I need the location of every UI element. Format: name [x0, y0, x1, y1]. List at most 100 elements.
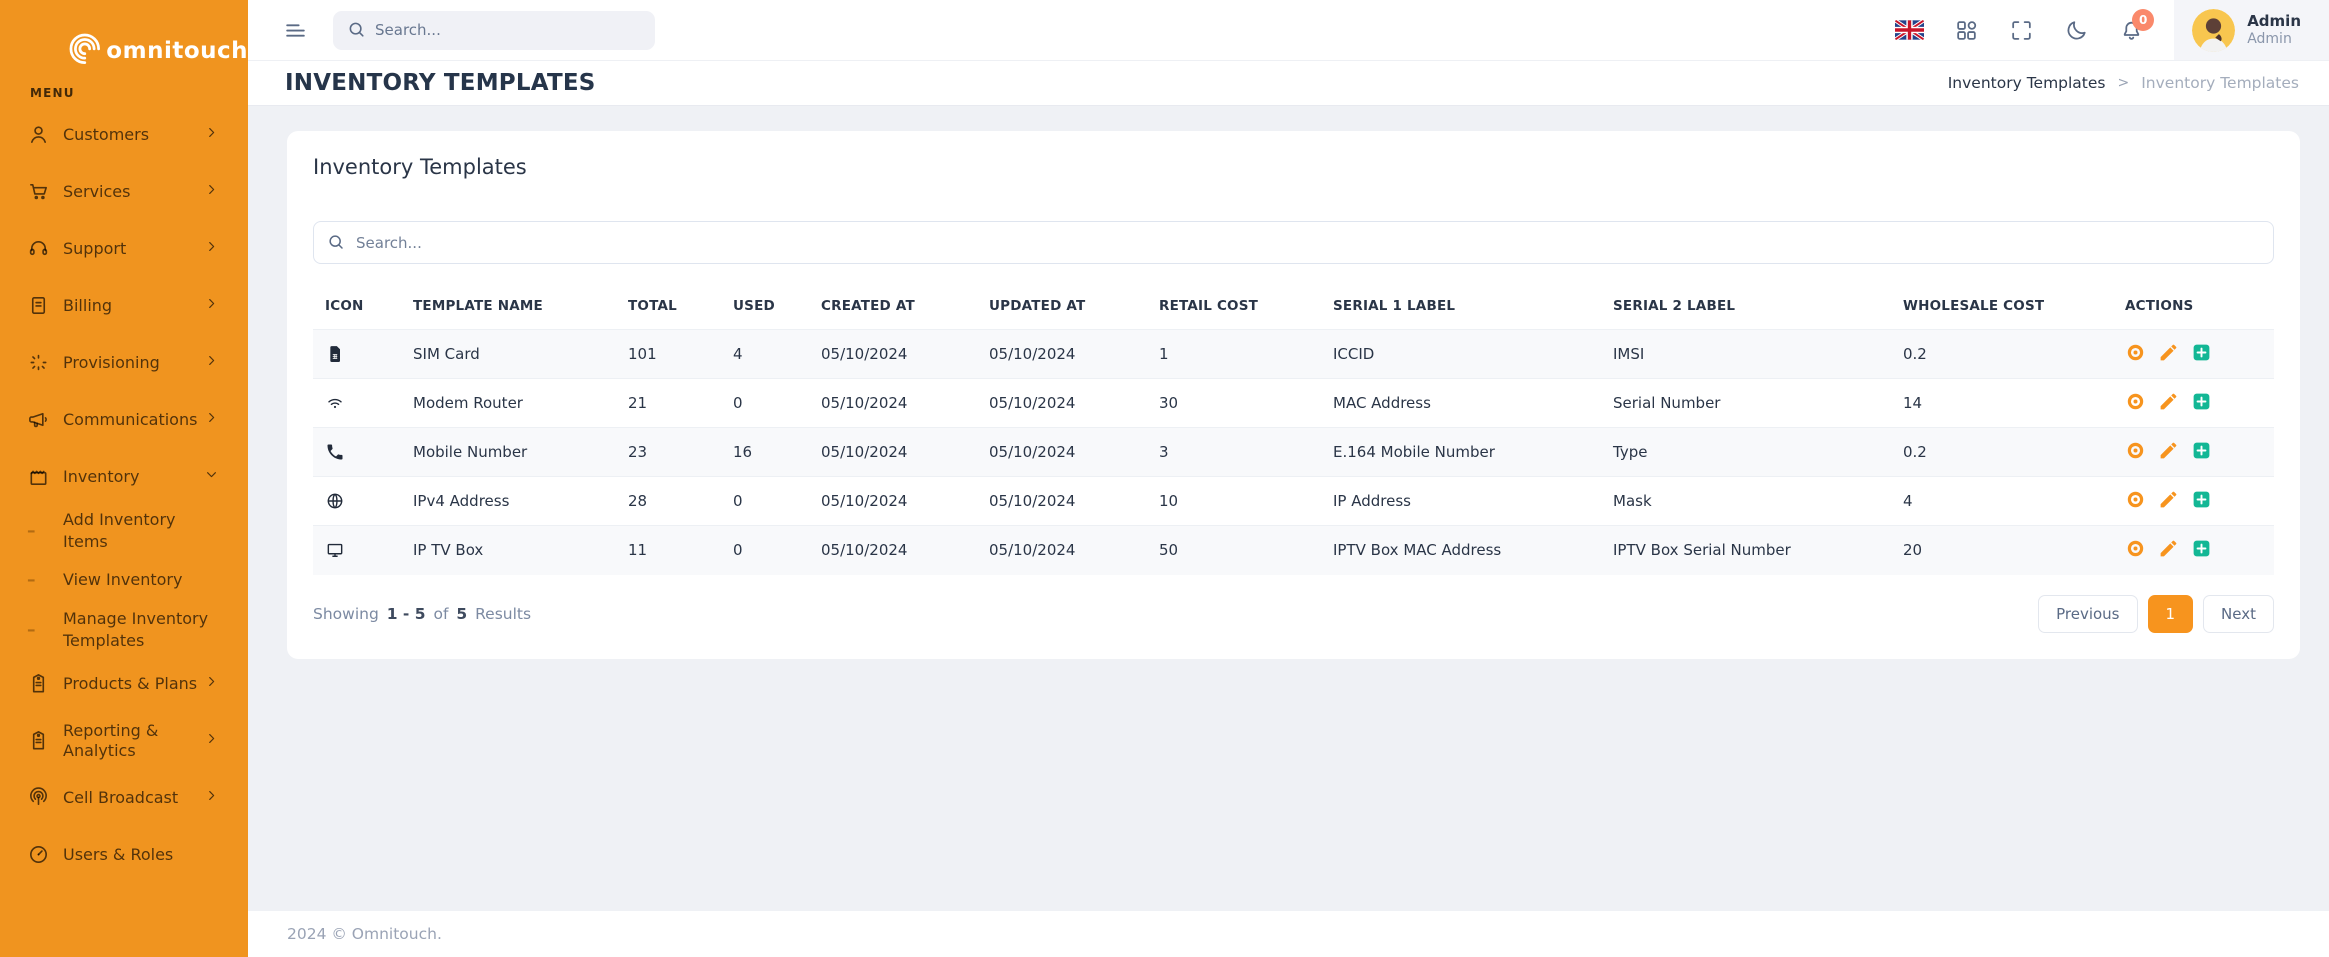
cell-retail-cost: 30: [1149, 379, 1323, 428]
view-icon: [2125, 391, 2146, 415]
copyright-text: 2024 © Omnitouch.: [287, 925, 442, 943]
results-suffix: Results: [475, 605, 531, 623]
cell-used: 0: [723, 477, 811, 526]
sidebar-item-products-plans[interactable]: Products & Plans: [0, 655, 248, 712]
table-row: Mobile Number231605/10/202405/10/20243E.…: [313, 428, 2274, 477]
sidebar-item-billing[interactable]: Billing: [0, 277, 248, 334]
main-area: 0 Admin Admin INVENTORY TEMPLATES: [248, 0, 2329, 957]
chevron-right-icon: [203, 730, 220, 751]
sidebar-item-label: Products & Plans: [50, 674, 203, 694]
view-button[interactable]: [2125, 442, 2146, 463]
user-name: Admin: [2247, 12, 2301, 32]
sidebar-item-support[interactable]: Support: [0, 220, 248, 277]
edit-button[interactable]: [2158, 442, 2179, 463]
sidebar-item-services[interactable]: Services: [0, 163, 248, 220]
user-role: Admin: [2247, 31, 2301, 48]
sidebar-item-label: Users & Roles: [50, 845, 220, 865]
cell-serial2-label: IPTV Box Serial Number: [1603, 526, 1893, 575]
logo-text: omnitouch: [106, 40, 248, 72]
previous-page-button[interactable]: Previous: [2038, 595, 2137, 633]
cell-wholesale-cost: 0.2: [1893, 330, 2115, 379]
sidebar-item-customers[interactable]: Customers: [0, 106, 248, 163]
cell-serial2-label: Serial Number: [1603, 379, 1893, 428]
cell-serial2-label: Mask: [1603, 477, 1893, 526]
sidebar-subitem-add-inventory-items[interactable]: –Add Inventory Items: [0, 505, 248, 556]
page-footer: 2024 © Omnitouch.: [248, 911, 2329, 957]
table-row: IP TV Box11005/10/202405/10/202450IPTV B…: [313, 526, 2274, 575]
view-button[interactable]: [2125, 393, 2146, 414]
sidebar-item-users-roles[interactable]: Users & Roles: [0, 826, 248, 883]
avatar: [2192, 9, 2235, 52]
sidebar-subitem-manage-inventory-templates[interactable]: –Manage Inventory Templates: [0, 604, 248, 655]
table-footer: Showing 1 - 5 of 5 Results Previous 1 Ne…: [313, 595, 2274, 633]
sidebar: omnitouch MENU CustomersServicesSupportB…: [0, 0, 248, 957]
table-search: [313, 221, 2274, 264]
sidebar-subitem-view-inventory[interactable]: –View Inventory: [0, 556, 248, 604]
topbar-actions: 0 Admin Admin: [1895, 0, 2329, 60]
store-icon: [27, 465, 50, 488]
topbar-search-input[interactable]: [333, 11, 655, 50]
cell-created-at: 05/10/2024: [811, 428, 979, 477]
results-of: of: [433, 605, 448, 623]
add-button[interactable]: [2191, 540, 2212, 561]
sidebar-item-label: Inventory: [50, 467, 203, 487]
edit-button[interactable]: [2158, 344, 2179, 365]
cell-serial1-label: E.164 Mobile Number: [1323, 428, 1603, 477]
add-button[interactable]: [2191, 344, 2212, 365]
sidebar-item-reporting-analytics[interactable]: Reporting & Analytics: [0, 712, 248, 769]
cell-serial1-label: MAC Address: [1323, 379, 1603, 428]
table-body: SIM Card101405/10/202405/10/20241ICCIDIM…: [313, 330, 2274, 575]
add-button[interactable]: [2191, 491, 2212, 512]
user-menu[interactable]: Admin Admin: [2174, 0, 2329, 60]
view-button[interactable]: [2125, 491, 2146, 512]
column-header-wholesale-cost: WHOLESALE COST: [1893, 286, 2115, 330]
dark-mode-button[interactable]: [2064, 18, 2089, 43]
cell-template-name: SIM Card: [403, 330, 618, 379]
sidebar-item-provisioning[interactable]: Provisioning: [0, 334, 248, 391]
globe-icon: [325, 491, 345, 511]
add-plus-icon: [2191, 391, 2212, 415]
breadcrumb-parent[interactable]: Inventory Templates: [1948, 74, 2106, 92]
next-page-button[interactable]: Next: [2203, 595, 2274, 633]
column-header-serial-2-label: SERIAL 2 LABEL: [1603, 286, 1893, 330]
sidebar-item-label: Support: [50, 239, 203, 259]
sidebar-item-inventory[interactable]: Inventory: [0, 448, 248, 505]
sidebar-item-cell-broadcast[interactable]: Cell Broadcast: [0, 769, 248, 826]
chevron-right-icon: [203, 124, 220, 145]
column-header-used: USED: [723, 286, 811, 330]
edit-button[interactable]: [2158, 491, 2179, 512]
chevron-right-icon: [203, 409, 220, 430]
table-search-input[interactable]: [313, 221, 2274, 264]
cell-icon: [313, 379, 403, 428]
view-icon: [2125, 489, 2146, 513]
phone-icon: [325, 442, 345, 462]
cell-retail-cost: 50: [1149, 526, 1323, 575]
cell-total: 11: [618, 526, 723, 575]
language-button[interactable]: [1895, 20, 1924, 40]
apps-button[interactable]: [1954, 18, 1979, 43]
fullscreen-button[interactable]: [2009, 18, 2034, 43]
report-icon: [27, 729, 50, 752]
sidebar-item-communications[interactable]: Communications: [0, 391, 248, 448]
cell-serial2-label: IMSI: [1603, 330, 1893, 379]
edit-pencil-icon: [2158, 440, 2179, 464]
page-1-button[interactable]: 1: [2148, 595, 2194, 633]
cell-created-at: 05/10/2024: [811, 330, 979, 379]
pagination: Previous 1 Next: [2038, 595, 2274, 633]
add-button[interactable]: [2191, 393, 2212, 414]
breadcrumb-current: Inventory Templates: [2141, 74, 2299, 92]
cell-used: 16: [723, 428, 811, 477]
cell-wholesale-cost: 4: [1893, 477, 2115, 526]
view-button[interactable]: [2125, 344, 2146, 365]
chevron-right-icon: [203, 181, 220, 202]
view-button[interactable]: [2125, 540, 2146, 561]
edit-button[interactable]: [2158, 540, 2179, 561]
add-button[interactable]: [2191, 442, 2212, 463]
sidebar-item-label: Services: [50, 182, 203, 202]
chevron-down-icon: [203, 466, 220, 487]
table-row: IPv4 Address28005/10/202405/10/202410IP …: [313, 477, 2274, 526]
menu-toggle-button[interactable]: [283, 18, 308, 43]
topbar: 0 Admin Admin: [248, 0, 2329, 60]
results-total: 5: [456, 605, 467, 623]
edit-button[interactable]: [2158, 393, 2179, 414]
